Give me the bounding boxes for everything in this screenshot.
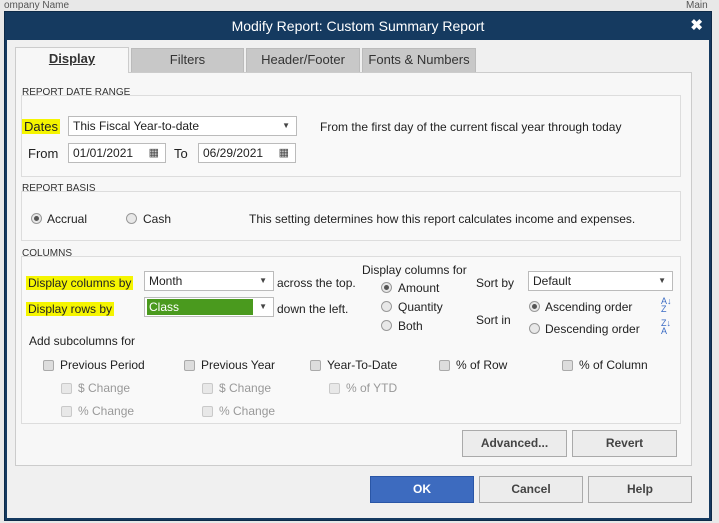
cancel-button[interactable]: Cancel [479, 476, 583, 503]
pp-pct-change-label: % Change [78, 404, 135, 418]
pct-of-row-label: % of Row [456, 358, 508, 372]
tab-label: Fonts & Numbers [368, 52, 470, 67]
previous-period-label: Previous Period [60, 358, 145, 372]
sort-by-dropdown[interactable]: Default ▼ [528, 271, 673, 291]
pct-of-ytd-checkbox[interactable] [329, 383, 340, 394]
display-columns-value: Month [149, 274, 183, 288]
cash-radio[interactable] [126, 213, 137, 224]
display-panel: REPORT DATE RANGE Dates This Fiscal Year… [15, 72, 692, 466]
to-value: 06/29/2021 [203, 146, 264, 160]
both-radio[interactable] [381, 320, 392, 331]
cash-label: Cash [143, 212, 172, 226]
calendar-icon[interactable]: ▦ [279, 144, 289, 162]
dialog-title: Modify Report: Custom Summary Report [231, 18, 485, 34]
tab-filters[interactable]: Filters [131, 48, 244, 72]
pp-dollar-change-label: $ Change [78, 381, 131, 395]
display-columns-dropdown[interactable]: Month ▼ [144, 271, 274, 291]
amount-radio[interactable] [381, 282, 392, 293]
display-rows-dropdown[interactable]: Class ▼ [144, 297, 274, 317]
modify-report-dialog: Modify Report: Custom Summary Report ✖ D… [4, 11, 712, 521]
ok-label: OK [413, 482, 431, 496]
previous-year-checkbox[interactable] [184, 360, 195, 371]
dates-value: This Fiscal Year-to-date [73, 119, 200, 133]
from-label: From [28, 146, 59, 161]
descending-radio[interactable] [529, 323, 540, 334]
py-pct-change-checkbox[interactable] [202, 406, 213, 417]
sort-by-value: Default [533, 274, 572, 288]
pct-of-column-label: % of Column [579, 358, 648, 372]
close-icon[interactable]: ✖ [690, 12, 703, 40]
revert-button[interactable]: Revert [572, 430, 677, 457]
accrual-label: Accrual [47, 212, 88, 226]
display-columns-label: Display columns by [26, 276, 134, 290]
date-range-box [21, 95, 681, 177]
display-for-label: Display columns for [362, 263, 467, 277]
sort-in-label: Sort in [476, 313, 511, 327]
both-label: Both [398, 319, 423, 333]
sort-by-label: Sort by [476, 276, 515, 290]
help-button[interactable]: Help [588, 476, 692, 503]
ascending-radio[interactable] [529, 301, 540, 312]
display-rows-value: Class [147, 299, 253, 315]
pct-of-ytd-label: % of YTD [346, 381, 398, 395]
tab-display[interactable]: Display [15, 47, 129, 73]
basis-description: This setting determines how this report … [249, 212, 636, 226]
chevron-down-icon: ▼ [259, 276, 267, 285]
quantity-label: Quantity [398, 300, 443, 314]
ascending-label: Ascending order [545, 300, 633, 314]
to-label: To [174, 146, 188, 161]
dates-description: From the first day of the current fiscal… [320, 120, 622, 134]
pct-of-column-checkbox[interactable] [562, 360, 573, 371]
revert-label: Revert [605, 436, 644, 450]
from-date-field[interactable]: 01/01/2021 ▦ [68, 143, 166, 163]
tab-header-footer[interactable]: Header/Footer [246, 48, 360, 72]
chevron-down-icon: ▼ [259, 302, 267, 311]
previous-period-checkbox[interactable] [43, 360, 54, 371]
ok-button[interactable]: OK [370, 476, 474, 503]
down-label: down the left. [277, 302, 349, 316]
tab-fonts-numbers[interactable]: Fonts & Numbers [362, 48, 476, 72]
across-label: across the top. [277, 276, 356, 290]
sort-ascending-icon: A↓ Z [661, 296, 672, 314]
accrual-radio[interactable] [31, 213, 42, 224]
chevron-down-icon: ▼ [282, 121, 290, 130]
advanced-button[interactable]: Advanced... [462, 430, 567, 457]
py-dollar-change-label: $ Change [219, 381, 272, 395]
help-label: Help [626, 482, 653, 496]
amount-label: Amount [398, 281, 440, 295]
from-value: 01/01/2021 [73, 146, 134, 160]
advanced-label: Advanced... [480, 436, 549, 450]
dialog-body: Display Filters Header/Footer Fonts & Nu… [7, 40, 709, 518]
pp-pct-change-checkbox[interactable] [61, 406, 72, 417]
pp-dollar-change-checkbox[interactable] [61, 383, 72, 394]
year-to-date-label: Year-To-Date [327, 358, 398, 372]
tab-label: Display [48, 51, 96, 66]
py-pct-change-label: % Change [219, 404, 276, 418]
background-text: ompany Name [4, 0, 70, 11]
cancel-label: Cancel [511, 482, 551, 496]
pct-of-row-checkbox[interactable] [439, 360, 450, 371]
tab-label: Header/Footer [261, 52, 345, 67]
display-rows-label: Display rows by [26, 302, 115, 316]
descending-label: Descending order [545, 322, 640, 336]
dates-dropdown[interactable]: This Fiscal Year-to-date ▼ [68, 116, 297, 136]
tab-label: Filters [169, 52, 206, 67]
subcolumns-label: Add subcolumns for [29, 334, 136, 348]
previous-year-label: Previous Year [201, 358, 276, 372]
to-date-field[interactable]: 06/29/2021 ▦ [198, 143, 296, 163]
year-to-date-checkbox[interactable] [310, 360, 321, 371]
dates-label: Dates [22, 119, 60, 134]
quantity-radio[interactable] [381, 301, 392, 312]
sort-descending-icon: Z↓ A [661, 318, 671, 336]
chevron-down-icon: ▼ [658, 276, 666, 285]
py-dollar-change-checkbox[interactable] [202, 383, 213, 394]
calendar-icon[interactable]: ▦ [149, 144, 159, 162]
